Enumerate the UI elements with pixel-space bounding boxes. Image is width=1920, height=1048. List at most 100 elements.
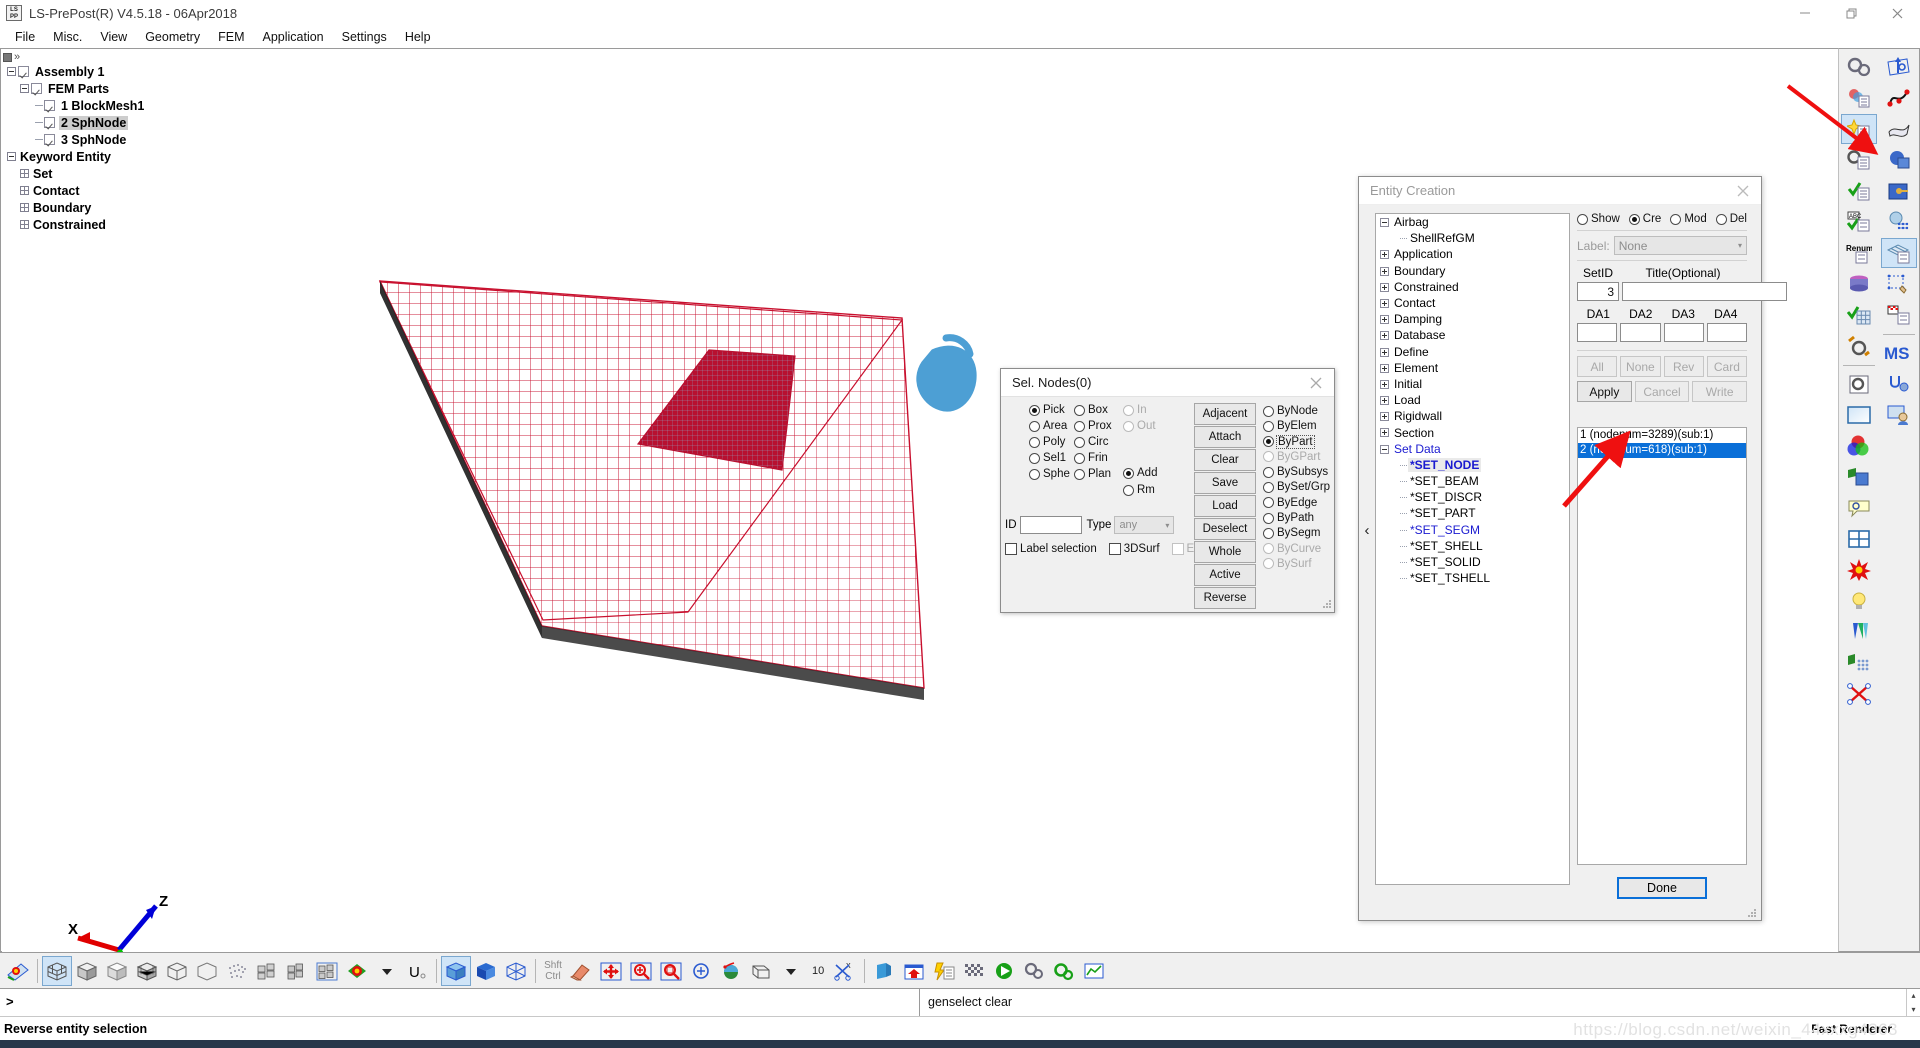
- keyword-item-section[interactable]: Section: [1376, 424, 1569, 440]
- load-button[interactable]: Load: [1194, 495, 1256, 517]
- all-button[interactable]: All: [1577, 356, 1618, 377]
- mixed-colors-list-icon[interactable]: [1841, 83, 1877, 113]
- explode-icon[interactable]: [1841, 555, 1877, 585]
- rotate-icon[interactable]: [686, 956, 716, 986]
- action-button-column[interactable]: Adjacent Attach Clear Save Load Deselect…: [1194, 403, 1256, 609]
- tree-expand-icon[interactable]: [1380, 315, 1389, 325]
- right-toolbar[interactable]: ABC Renum MS: [1838, 48, 1920, 952]
- keyword-expander-slot[interactable]: [1378, 441, 1392, 457]
- radio-bypart[interactable]: ByPart: [1263, 434, 1330, 449]
- node-cross-icon[interactable]: [1841, 679, 1877, 709]
- edge-cube-icon[interactable]: [282, 956, 312, 986]
- hidden-cube-icon[interactable]: [162, 956, 192, 986]
- tree-expand-icon[interactable]: [1380, 412, 1389, 422]
- renumber-list-icon[interactable]: Renum: [1841, 238, 1877, 268]
- keyword-item--set-part[interactable]: *SET_PART: [1376, 505, 1569, 521]
- dashed-hand-icon[interactable]: [1881, 269, 1917, 299]
- menu-application[interactable]: Application: [253, 28, 332, 46]
- radio-frin[interactable]: Frin: [1074, 452, 1112, 464]
- abc-check-list-icon[interactable]: ABC: [1841, 207, 1877, 237]
- stethoscope-icon[interactable]: [1881, 369, 1917, 399]
- keyword-item-shellrefgm[interactable]: ShellRefGM: [1376, 230, 1569, 246]
- close-icon[interactable]: [1725, 177, 1761, 205]
- tree-item-contact[interactable]: Contact: [5, 182, 275, 199]
- minimize-button[interactable]: [1782, 0, 1828, 26]
- tree-expand-icon[interactable]: [1380, 347, 1389, 357]
- fringe-plot-icon[interactable]: [3, 956, 33, 986]
- adjacent-button[interactable]: Adjacent: [1194, 403, 1256, 425]
- tree-expand-icon[interactable]: [1380, 266, 1389, 276]
- mesh-sphere-icon[interactable]: [1881, 207, 1917, 237]
- keyword-item-initial[interactable]: Initial: [1376, 376, 1569, 392]
- keyword-expander-slot[interactable]: [1378, 408, 1392, 424]
- keyword-item-load[interactable]: Load: [1376, 392, 1569, 408]
- command-bar[interactable]: > genselect clear ▴ ▾: [0, 988, 1920, 1016]
- tree-expand-icon[interactable]: [1380, 379, 1389, 389]
- tree-expand-icon[interactable]: [1380, 250, 1389, 260]
- entity-creation-dialog[interactable]: Entity Creation ‹ Airbag ShellRefGM Applic…: [1358, 176, 1787, 921]
- tree-item-3-sphnode[interactable]: 3 SphNode: [5, 131, 275, 148]
- tree-expand-icon[interactable]: [1380, 331, 1389, 341]
- menu-fem[interactable]: FEM: [209, 28, 253, 46]
- move-icon[interactable]: [596, 956, 626, 986]
- resize-grip[interactable]: [1747, 907, 1757, 917]
- apply-button[interactable]: Apply: [1577, 381, 1632, 402]
- gradient-panel-icon[interactable]: [1841, 400, 1877, 430]
- home-window-icon[interactable]: [899, 956, 929, 986]
- radio-del[interactable]: Del: [1715, 213, 1747, 225]
- radio-bysetgrp[interactable]: BySet/Grp: [1263, 481, 1330, 493]
- tree-expander-slot[interactable]: [5, 63, 18, 80]
- check-list-icon[interactable]: [1841, 176, 1877, 206]
- da2-input[interactable]: [1620, 323, 1661, 342]
- tree-item-2-sphnode[interactable]: 2 SphNode: [5, 114, 275, 131]
- menu-help[interactable]: Help: [396, 28, 440, 46]
- keyword-item-rigidwall[interactable]: Rigidwall: [1376, 408, 1569, 424]
- attach-button[interactable]: Attach: [1194, 426, 1256, 448]
- tree-item-1-blockmesh1[interactable]: 1 BlockMesh1: [5, 97, 275, 114]
- keyword-expander-slot[interactable]: [1378, 376, 1392, 392]
- keyword-expander-slot[interactable]: [1378, 424, 1392, 440]
- checkbox-label-selection[interactable]: Label selection: [1005, 543, 1097, 555]
- inout-group[interactable]: In Out: [1123, 404, 1156, 432]
- tree-collapse-icon[interactable]: [7, 152, 16, 161]
- set-list[interactable]: 1 (nodenum=3289)(sub:1) 2 (nodenum=618)(s…: [1577, 427, 1747, 865]
- tree-expander-slot[interactable]: [18, 182, 31, 199]
- scissors-axis-icon[interactable]: X: [830, 956, 860, 986]
- model-tree[interactable]: Assembly 1 FEM Parts 1 BlockMesh1 2 SphNode…: [5, 63, 275, 233]
- select-nodes-dialog[interactable]: Sel. Nodes(0) Pick Area Poly Sel1 Sphe B…: [1000, 368, 1335, 613]
- wire-frame-icon[interactable]: [501, 956, 531, 986]
- radio-bypath[interactable]: ByPath: [1263, 512, 1330, 524]
- tree-item-constrained[interactable]: Constrained: [5, 216, 275, 233]
- keyword-expander-slot[interactable]: [1378, 263, 1392, 279]
- gears-small-icon[interactable]: [1019, 956, 1049, 986]
- tree-checkbox[interactable]: [44, 100, 55, 111]
- smooth-cube-icon[interactable]: [102, 956, 132, 986]
- menu-misc[interactable]: Misc.: [44, 28, 91, 46]
- spline-curve-icon[interactable]: [1881, 83, 1917, 113]
- keyword-item-contact[interactable]: Contact: [1376, 295, 1569, 311]
- menu-view[interactable]: View: [91, 28, 136, 46]
- fringe-icon[interactable]: [342, 956, 372, 986]
- rgb-circles-icon[interactable]: [1841, 431, 1877, 461]
- translate-plane-icon[interactable]: [1881, 52, 1917, 82]
- close-icon[interactable]: [1298, 369, 1334, 397]
- shaded-cube-icon[interactable]: [72, 956, 102, 986]
- tree-grid-icon[interactable]: [20, 186, 29, 195]
- radio-poly[interactable]: Poly: [1029, 436, 1070, 448]
- tree-expand-icon[interactable]: [1380, 396, 1389, 406]
- tree-expander-slot[interactable]: [5, 148, 18, 165]
- radio-prox[interactable]: Prox: [1074, 420, 1112, 432]
- tree-grid-icon[interactable]: [20, 169, 29, 178]
- keyword-tree[interactable]: Airbag ShellRefGM Application Boundary Const…: [1375, 213, 1570, 885]
- play-icon[interactable]: [989, 956, 1019, 986]
- id-input[interactable]: [1019, 516, 1082, 534]
- rev-button[interactable]: Rev: [1663, 356, 1704, 377]
- da4-input[interactable]: [1706, 323, 1747, 342]
- checkbox-3dsurf[interactable]: 3DSurf: [1108, 543, 1160, 555]
- lightning-list-icon[interactable]: [929, 956, 959, 986]
- monitor-user-icon[interactable]: [1881, 400, 1917, 430]
- tree-stop-icon[interactable]: [3, 52, 12, 62]
- keyword-item-database[interactable]: Database: [1376, 327, 1569, 343]
- keyword-expander-slot[interactable]: [1378, 344, 1392, 360]
- label-select[interactable]: None ▾: [1613, 236, 1747, 255]
